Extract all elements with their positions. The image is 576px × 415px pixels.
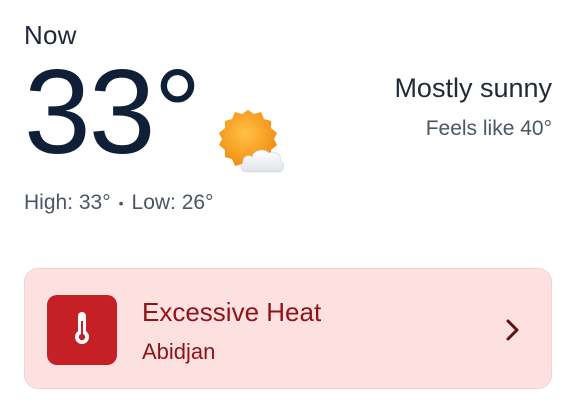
high-temperature: High: 33°: [24, 191, 111, 214]
low-temperature: Low: 26°: [131, 191, 214, 214]
weather-now-panel: Now 33° High: 33° • Low: 26° Mostly sunn…: [0, 0, 576, 415]
chevron-right-icon[interactable]: [503, 317, 523, 343]
excessive-heat-alert-card[interactable]: Excessive Heat Abidjan: [24, 268, 552, 389]
sun-behind-cloud-icon: [214, 108, 288, 178]
alert-location: Abidjan: [142, 339, 216, 364]
weather-condition: Mostly sunny: [394, 73, 552, 103]
current-temperature: 33°: [24, 45, 201, 179]
alert-title: Excessive Heat: [142, 297, 322, 327]
feels-like-temperature: Feels like 40°: [425, 117, 552, 140]
alert-icon-box: [47, 295, 117, 365]
separator-dot: •: [118, 195, 124, 211]
thermometer-icon: [71, 310, 93, 351]
high-low-temperatures: High: 33° • Low: 26°: [24, 191, 213, 215]
